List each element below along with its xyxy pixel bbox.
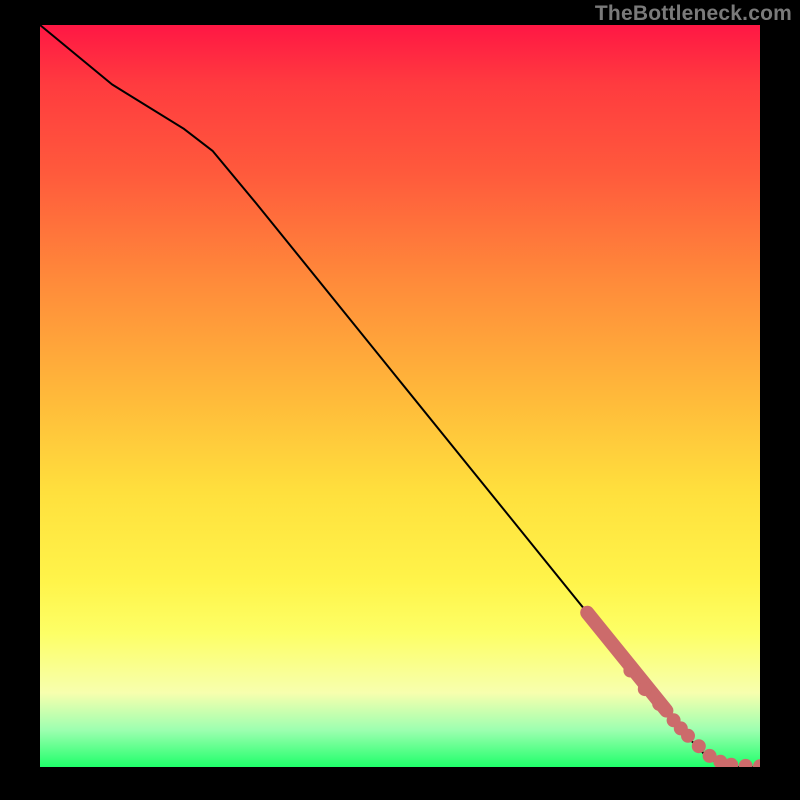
chart-frame: TheBottleneck.com xyxy=(0,0,800,800)
data-point xyxy=(692,739,706,753)
watermark-label: TheBottleneck.com xyxy=(595,2,792,26)
plot-area xyxy=(40,25,760,767)
data-point xyxy=(739,759,753,767)
data-point xyxy=(753,759,760,767)
bottleneck-curve xyxy=(40,25,760,767)
highlight-segment xyxy=(587,613,666,711)
data-point xyxy=(623,664,637,678)
data-point xyxy=(652,697,666,711)
data-point xyxy=(638,682,652,696)
data-point xyxy=(681,729,695,743)
chart-svg xyxy=(40,25,760,767)
